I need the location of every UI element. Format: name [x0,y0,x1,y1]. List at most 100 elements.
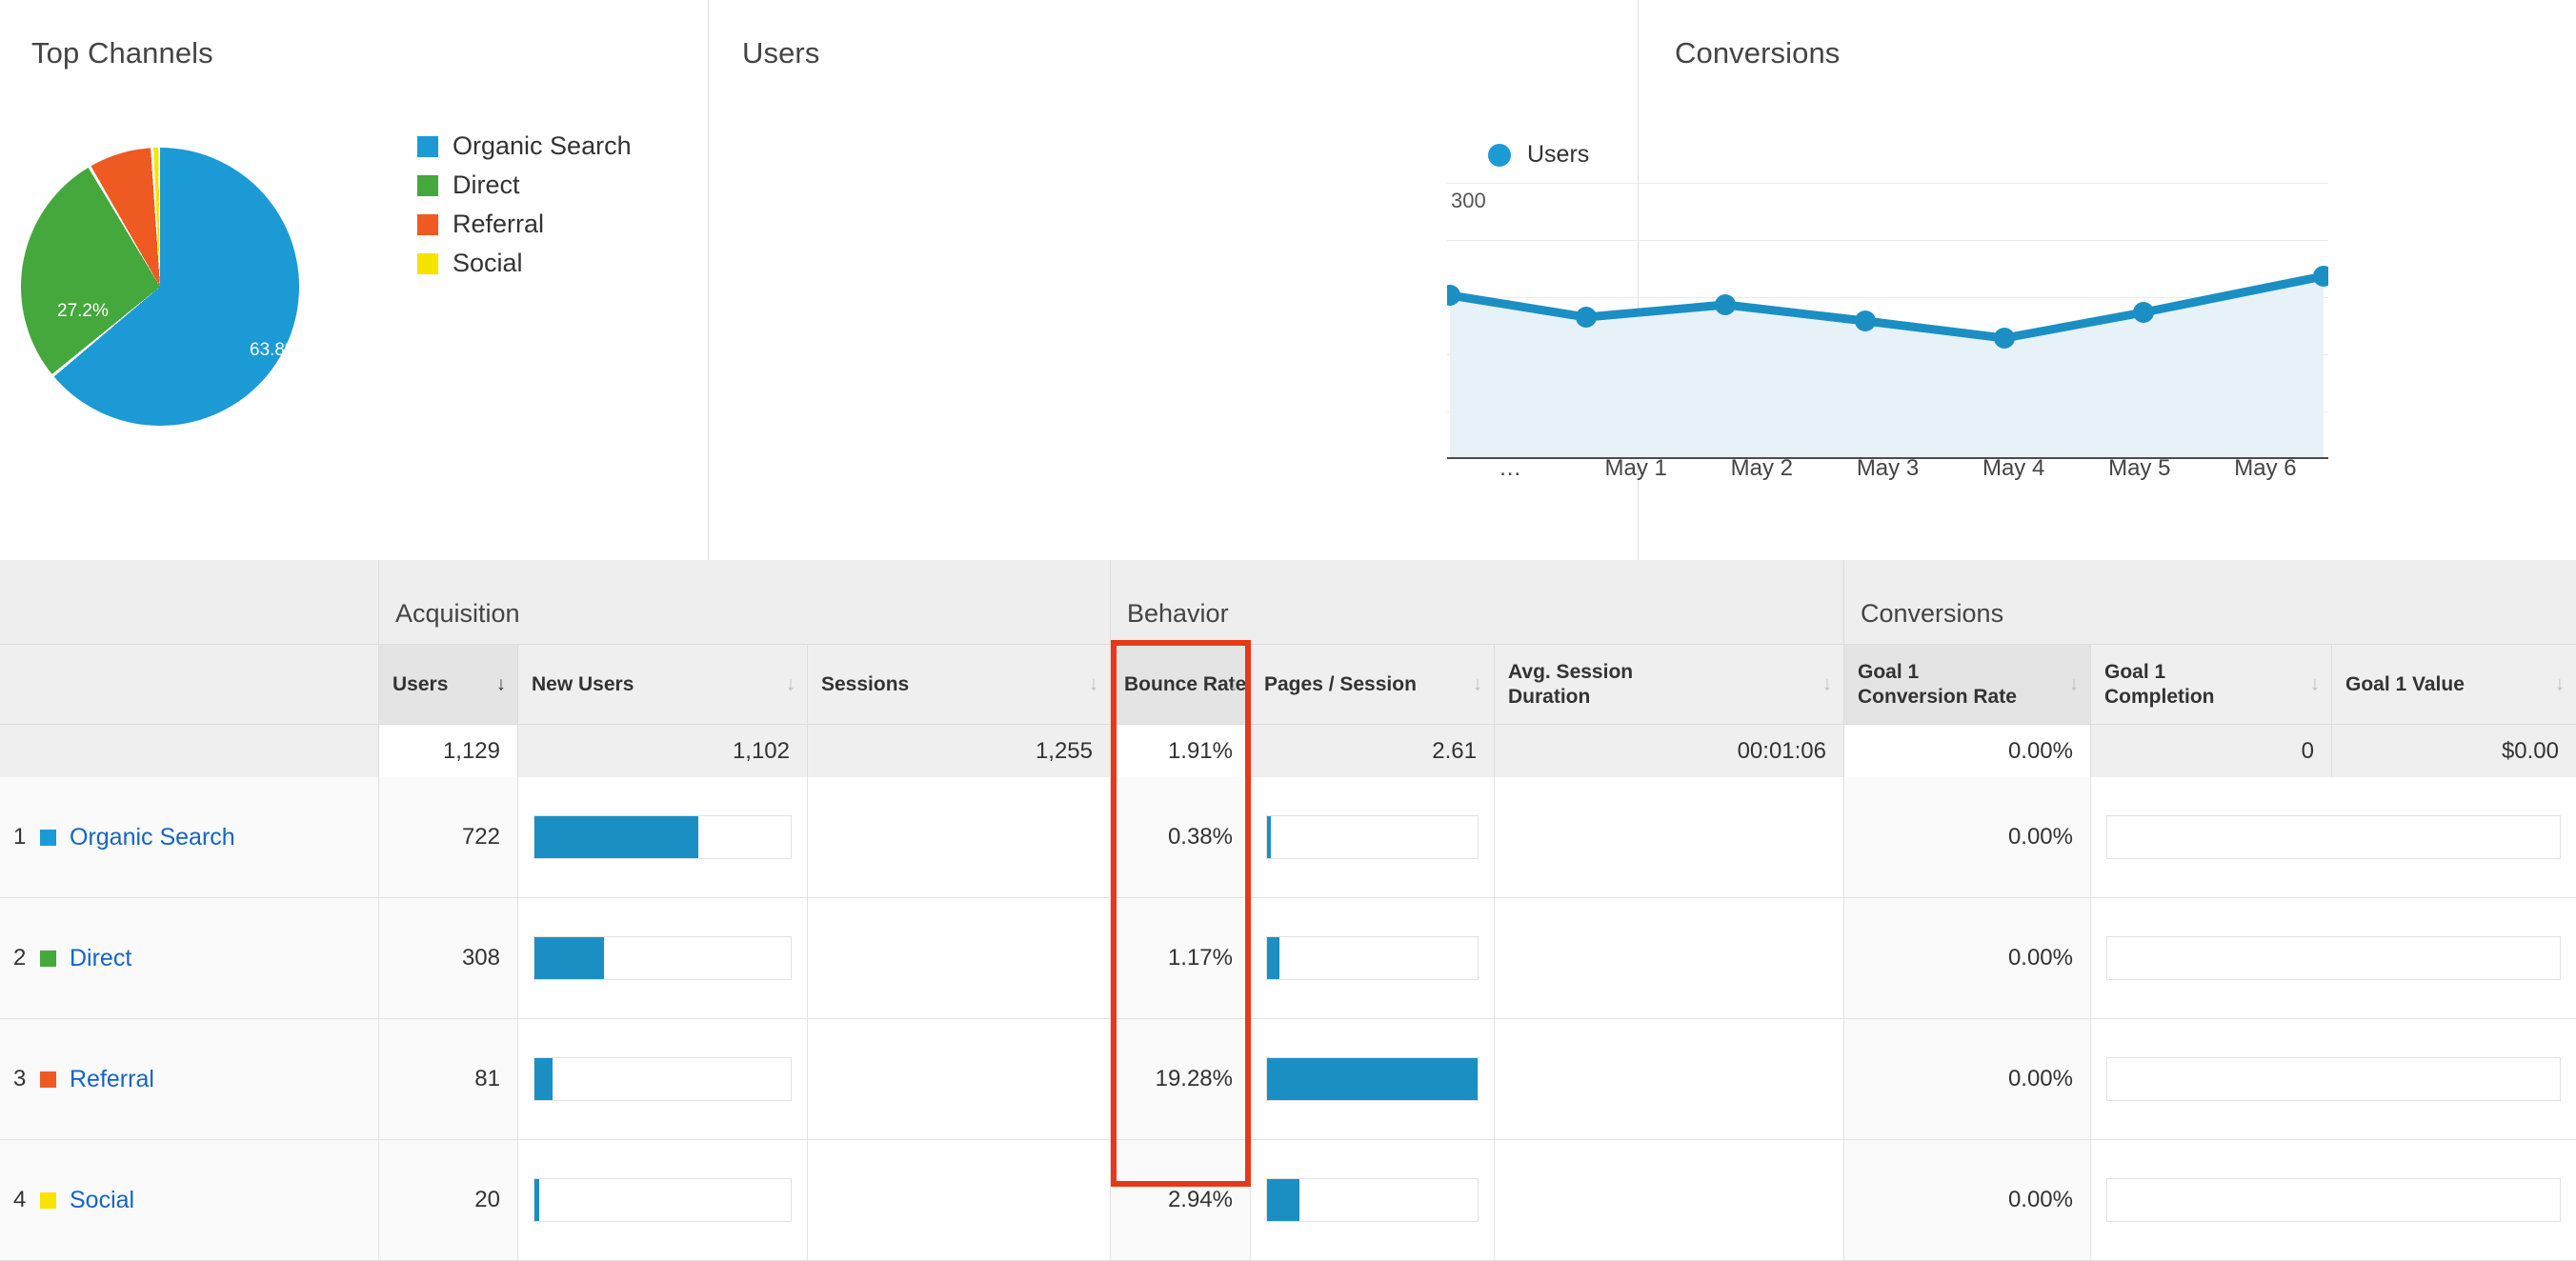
table-group-header-row: Acquisition Behavior Conversions [0,560,2576,644]
table-row[interactable]: 1 Organic Search 722 0.38% 0.00% [0,777,2576,898]
cell-users: 20 [379,1140,518,1260]
channel-swatch-icon [40,829,56,846]
sort-arrow-icon[interactable]: ↓ [2310,673,2320,695]
cell-goal1-bar [2091,1019,2576,1139]
users-widget: Users Users 300 200 100 [709,0,2328,560]
column-header-goal1-completion[interactable]: Goal 1 Completion ↓ [2091,644,2332,724]
users-legend[interactable]: Users [1488,141,1589,169]
column-header-channel [0,644,379,724]
cell-users: 308 [379,898,518,1018]
sort-arrow-icon[interactable]: ↓ [496,673,506,695]
row-index: 3 [13,1066,27,1091]
cell-goal1-bar [2091,1140,2576,1260]
conversions-widget: Conversions WA Review (Goal 1 Conversion… [1639,0,2575,560]
summary-pages-session: 2.61 [1251,724,1495,777]
channels-table: Acquisition Behavior Conversions Users ↓… [0,560,2576,1261]
cell-sessions [808,777,1111,897]
cell-bounce-rate-bar [1251,777,1495,897]
channel-link[interactable]: Referral [70,1066,154,1093]
bar-track [533,936,792,980]
channel-swatch-icon [40,950,56,967]
bar-track [1266,1057,1479,1101]
summary-avg-session-duration: 00:01:06 [1495,724,1844,777]
cell-goal1-conversion-rate: 0.00% [1844,1019,2091,1139]
top-channels-widget: Top Channels 63.8% 27.2% Organic Search … [0,0,709,560]
cell-bounce-rate: 19.28% [1111,1019,1251,1139]
legend-label: Social [453,249,523,277]
column-header-new-users[interactable]: New Users ↓ [518,644,808,724]
table-column-header-row: Users ↓ New Users ↓ Sessions ↓ Bounce Ra… [0,644,2576,724]
row-channel-cell[interactable]: 2 Direct [0,898,379,1018]
legend-item-organic-search[interactable]: Organic Search [417,127,632,166]
row-index: 2 [13,945,27,971]
cell-sessions [808,1140,1111,1260]
x-label: … [1499,455,1522,481]
pie-slice-label-organic-search: 63.8% [250,340,301,360]
row-channel-cell[interactable]: 4 Social [0,1140,379,1260]
legend-item-social[interactable]: Social [417,244,632,283]
row-channel-cell[interactable]: 3 Referral [0,1019,379,1139]
summary-users: 1,129 [379,724,518,777]
row-index: 4 [13,1187,27,1212]
cell-bounce-rate: 2.94% [1111,1140,1251,1260]
sort-arrow-icon[interactable]: ↓ [786,673,795,695]
cell-avg-session-duration [1495,898,1844,1018]
legend-label: Users [1527,141,1590,168]
sort-arrow-icon[interactable]: ↓ [1822,673,1832,695]
sort-arrow-icon[interactable]: ↓ [1473,673,1482,695]
summary-goal1-completion: 0 [2091,724,2332,777]
top-channels-title: Top Channels [31,36,213,70]
column-header-goal1-value[interactable]: Goal 1 Value ↓ [2332,644,2576,724]
bar-track [1266,936,1479,980]
column-header-pages-session[interactable]: Pages / Session ↓ [1251,644,1495,724]
summary-goal1-conversion-rate: 0.00% [1844,724,2091,777]
legend-label: Organic Search [453,131,632,160]
channel-link[interactable]: Direct [70,945,131,972]
pie-slice-label-direct: 27.2% [57,301,109,321]
cell-sessions [808,1019,1111,1139]
cell-goal1-conversion-rate: 0.00% [1844,777,2091,897]
table-summary-row: 1,129 1,102 1,255 1.91% 2.61 00:01:06 0.… [0,724,2576,777]
channel-link[interactable]: Social [70,1187,134,1214]
legend-swatch-icon [417,213,438,235]
cell-users-bar [518,1019,808,1139]
row-channel-cell[interactable]: 1 Organic Search [0,777,379,897]
bar-track [1266,815,1479,859]
sort-arrow-icon[interactable]: ↓ [1229,673,1238,695]
cell-bounce-rate-bar [1251,1140,1495,1260]
sort-arrow-icon[interactable]: ↓ [2069,673,2079,695]
cell-goal1-bar [2091,898,2576,1018]
cell-goal1-bar [2091,777,2576,897]
cell-users: 81 [379,1019,518,1139]
legend-item-referral[interactable]: Referral [417,205,632,244]
legend-label: Referral [453,210,545,238]
sort-arrow-icon[interactable]: ↓ [2555,673,2565,695]
channel-swatch-icon [40,1191,56,1209]
column-header-sessions[interactable]: Sessions ↓ [808,644,1111,724]
channel-link[interactable]: Organic Search [70,824,235,851]
dashboard-widgets-row: Top Channels 63.8% 27.2% Organic Search … [0,0,2576,560]
cell-users: 722 [379,777,518,897]
table-row[interactable]: 4 Social 20 2.94% 0.00% [0,1140,2576,1261]
column-header-bounce-rate[interactable]: Bounce Rate ↓ [1111,644,1251,724]
summary-bounce-rate: 1.91% [1111,724,1251,777]
column-header-users[interactable]: Users ↓ [379,644,518,724]
cell-goal1-conversion-rate: 0.00% [1844,1140,2091,1260]
column-header-goal1-conversion-rate[interactable]: Goal 1 Conversion Rate ↓ [1844,644,2091,724]
legend-swatch-icon [417,135,438,157]
bar-track [1266,1178,1479,1222]
table-row[interactable]: 2 Direct 308 1.17% 0.00% [0,898,2576,1019]
legend-item-direct[interactable]: Direct [417,166,632,205]
pie-legend: Organic Search Direct Referral Social [417,127,632,283]
sort-arrow-icon[interactable]: ↓ [1089,673,1098,695]
cell-bounce-rate-bar [1251,1019,1495,1139]
summary-goal1-value: $0.00 [2332,724,2576,777]
column-header-avg-session-duration[interactable]: Avg. Session Duration ↓ [1495,644,1844,724]
bar-track [2106,1178,2561,1222]
pie-chart-graphic [21,148,299,426]
legend-swatch-icon [417,252,438,274]
pie-chart[interactable]: 63.8% 27.2% [21,148,316,433]
table-row[interactable]: 3 Referral 81 19.28% 0.00% [0,1019,2576,1140]
cell-bounce-rate: 0.38% [1111,777,1251,897]
cell-sessions [808,898,1111,1018]
